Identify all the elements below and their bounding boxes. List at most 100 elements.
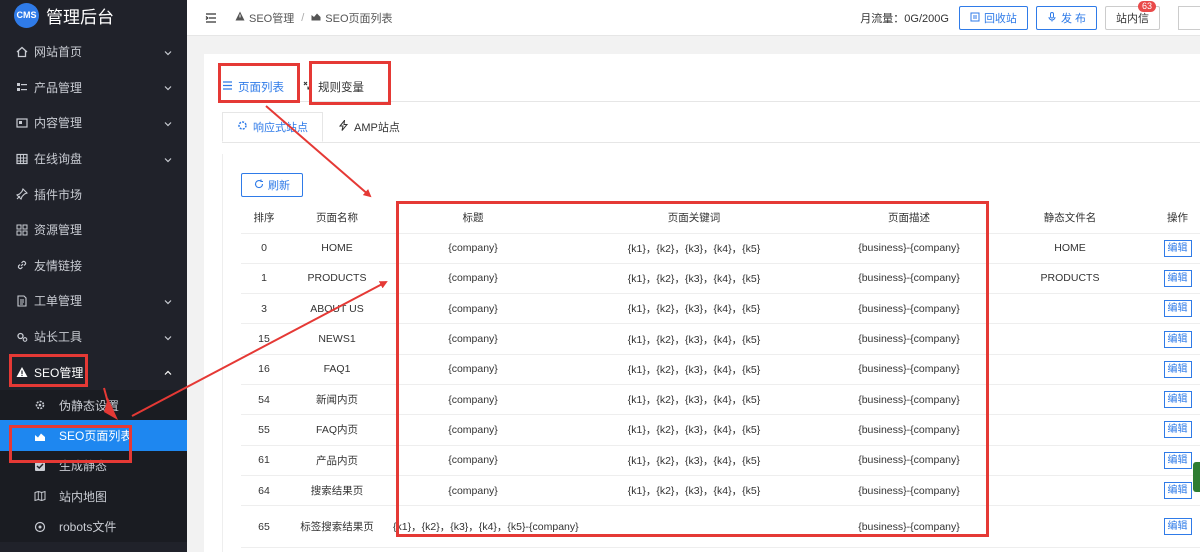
edit-button[interactable]: 编辑 (1163, 300, 1192, 318)
cell-static-filename (989, 505, 1151, 549)
publish-button[interactable]: 发 布 (1035, 6, 1097, 30)
cell-actions: 编辑 (1151, 414, 1200, 446)
sidebar-item-resources[interactable]: 资源管理 (0, 212, 187, 248)
refresh-label: 刷新 (268, 180, 290, 192)
sidebar-item-content[interactable]: 内容管理 (0, 105, 187, 141)
sidebar-item-plugins[interactable]: 插件市场 (0, 176, 187, 212)
edit-button[interactable]: 编辑 (1163, 239, 1192, 257)
cell-keywords: {k1}，{k2}，{k3}，{k4}，{k5} (559, 233, 829, 264)
column-header-actions: 操作 (1151, 203, 1200, 234)
variable-icon (302, 80, 313, 94)
user-menu-button[interactable] (1178, 6, 1200, 30)
cell-title: {company} (387, 323, 559, 355)
sidebar-item-rewrite-settings[interactable]: 伪静态设置 (0, 390, 187, 420)
sidebar-item-label: 站内地图 (59, 489, 108, 504)
cell-description: {business}-{company} (829, 445, 989, 476)
warning-icon (16, 366, 28, 378)
cell-keywords: {k1}，{k2}，{k3}，{k4}，{k5} (559, 293, 829, 325)
sidebar-item-label: 友情链接 (34, 258, 83, 273)
cell-page-name: PRODUCTS (287, 263, 387, 295)
cell-description: {business}-{company} (829, 354, 989, 385)
tab-responsive-site[interactable]: 响应式站点 (222, 112, 323, 142)
sidebar-item-label: 生成静态 (59, 459, 108, 474)
link-icon (16, 259, 28, 271)
recycle-bin-label: 回收站 (983, 13, 1017, 25)
cell-title: {k1}，{k2}，{k3}，{k4}，{k5}-{company} (387, 505, 829, 549)
cell-static-filename: PRODUCTS (989, 263, 1151, 295)
cell-page-name: NEWS1 (287, 323, 387, 355)
refresh-button[interactable]: 刷新 (241, 173, 303, 197)
sidebar-item-products[interactable]: 产品管理 (0, 70, 187, 106)
sidebar-item-inquiry[interactable]: 在线询盘 (0, 141, 187, 177)
cell-static-filename: HOME (989, 233, 1151, 264)
sidebar-item-robots[interactable]: robots文件 (0, 512, 187, 542)
cell-keywords: {k1}，{k2}，{k3}，{k4}，{k5} (559, 414, 829, 446)
side-widget-tab[interactable] (1193, 462, 1200, 492)
recycle-bin-button[interactable]: 回收站 (958, 6, 1028, 30)
sidebar-item-links[interactable]: 友情链接 (0, 248, 187, 284)
edit-button[interactable]: 编辑 (1163, 421, 1192, 439)
table-row: 61 产品内页 {company} {k1}，{k2}，{k3}，{k4}，{k… (241, 445, 1200, 476)
table-row: 65 标签搜索结果页 {k1}，{k2}，{k3}，{k4}，{k5}-{com… (241, 505, 1200, 549)
cell-order: 3 (241, 293, 287, 325)
cell-page-name: FAQ内页 (287, 414, 387, 446)
sidebar-item-sitemap[interactable]: 站内地图 (0, 481, 187, 511)
area-chart-icon (34, 430, 46, 442)
edit-button[interactable]: 编辑 (1163, 360, 1192, 378)
pin-icon (16, 188, 28, 201)
chevron-down-icon (163, 47, 173, 57)
edit-button[interactable]: 编辑 (1163, 330, 1192, 348)
cell-title: {company} (387, 384, 559, 416)
sidebar-item-seo[interactable]: SEO管理 (0, 354, 187, 390)
cell-keywords: {k1}，{k2}，{k3}，{k4}，{k5} (559, 384, 829, 416)
cell-page-name: ABOUT US (287, 293, 387, 325)
edit-button[interactable]: 编辑 (1163, 482, 1192, 500)
cell-static-filename (989, 293, 1151, 325)
sidebar-item-webmaster-tools[interactable]: 站长工具 (0, 319, 187, 355)
apps-icon (16, 224, 28, 236)
settings-icon (237, 120, 248, 134)
menu-icon (222, 80, 233, 94)
messages-label: 站内信 (1116, 13, 1149, 25)
menu-toggle-icon[interactable] (205, 12, 217, 24)
cell-order: 0 (241, 233, 287, 264)
sidebar-item-home[interactable]: 网站首页 (0, 34, 187, 70)
cell-page-name: FAQ1 (287, 354, 387, 385)
sidebar-item-seo-page-list[interactable]: SEO页面列表 (0, 420, 187, 451)
seo-pages-table: 排序 页面名称 标题 页面关键词 页面描述 静态文件名 操作 0 HOME {c… (241, 203, 1200, 549)
table-row: 1 PRODUCTS {company} {k1}，{k2}，{k3}，{k4}… (241, 263, 1200, 295)
area-chart-icon (311, 11, 321, 24)
cell-title: {company} (387, 414, 559, 446)
sidebar: CMS 管理后台 网站首页 产品管理 内容管理 在线询盘 插件市场 资源管理 友… (0, 0, 187, 552)
cell-title: {company} (387, 263, 559, 295)
cell-order: 16 (241, 354, 287, 385)
sidebar-item-tickets[interactable]: 工单管理 (0, 283, 187, 319)
tab-rule-variables[interactable]: 规则变量 (302, 72, 364, 102)
edit-button[interactable]: 编辑 (1163, 518, 1192, 536)
chevron-down-icon (163, 332, 173, 342)
trash-icon (970, 12, 980, 25)
map-icon (34, 490, 46, 502)
traffic-usage: 月流量：0G/200G (860, 13, 949, 25)
cell-actions: 编辑 (1151, 354, 1200, 385)
messages-badge: 63 (1137, 1, 1156, 12)
sidebar-item-generate-static[interactable]: 生成静态 (0, 451, 187, 481)
cell-keywords: {k1}，{k2}，{k3}，{k4}，{k5} (559, 475, 829, 507)
chevron-up-icon (163, 367, 173, 377)
cell-order: 15 (241, 323, 287, 355)
table-row: 3 ABOUT US {company} {k1}，{k2}，{k3}，{k4}… (241, 293, 1200, 325)
edit-button[interactable]: 编辑 (1163, 391, 1192, 409)
breadcrumb-item[interactable]: SEO管理 (249, 10, 294, 26)
column-header-title: 标题 (387, 203, 559, 234)
cell-actions: 编辑 (1151, 323, 1200, 355)
edit-button[interactable]: 编辑 (1163, 451, 1192, 469)
cell-actions: 编辑 (1151, 384, 1200, 416)
column-header-keywords: 页面关键词 (559, 203, 829, 234)
tab-amp-site[interactable]: AMP站点 (323, 112, 415, 142)
tab-page-list[interactable]: 页面列表 (222, 72, 284, 102)
edit-button[interactable]: 编辑 (1163, 269, 1192, 287)
column-header-description: 页面描述 (829, 203, 989, 234)
table-row: 16 FAQ1 {company} {k1}，{k2}，{k3}，{k4}，{k… (241, 354, 1200, 385)
subtab-label: AMP站点 (354, 122, 400, 134)
cell-description: {business}-{company} (829, 414, 989, 446)
